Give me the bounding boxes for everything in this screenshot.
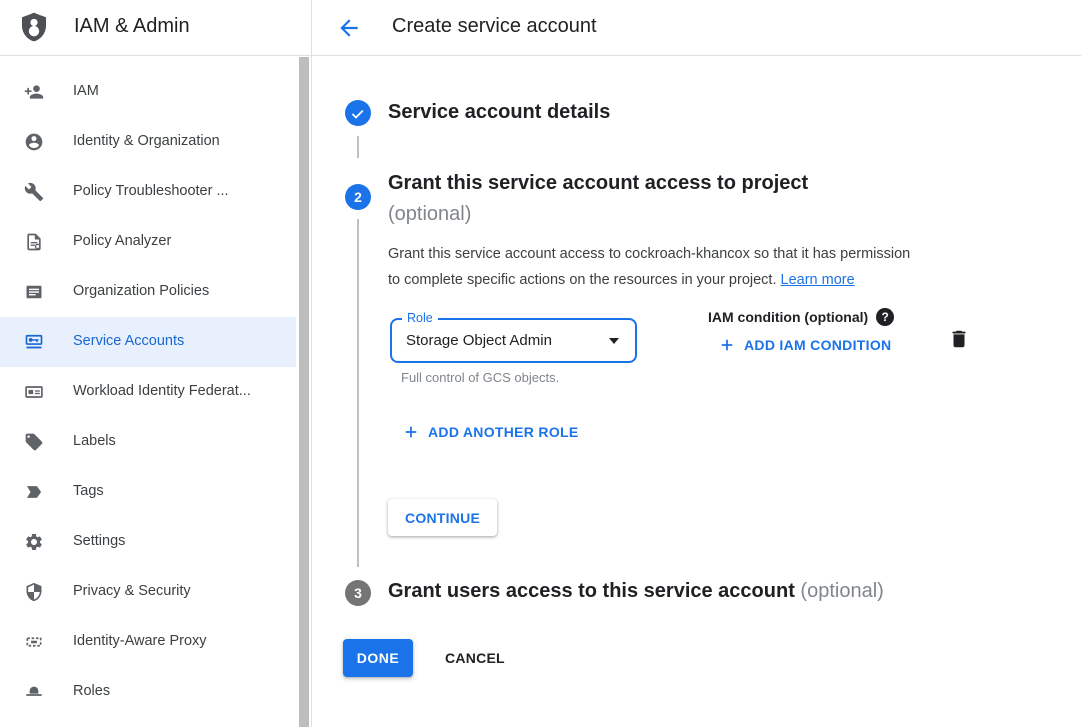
sidebar-item-roles[interactable]: Roles <box>0 667 296 717</box>
iam-condition-label: IAM condition (optional) <box>708 309 868 325</box>
shield-half-icon <box>24 582 44 602</box>
doc-check-icon <box>24 232 44 252</box>
step2-number-badge: 2 <box>345 184 371 210</box>
service-account-icon <box>24 332 44 352</box>
stepper-connector <box>357 136 359 158</box>
person-add-icon <box>24 82 44 102</box>
delete-role-trash-icon[interactable] <box>948 328 970 350</box>
step1-title: Service account details <box>388 101 610 124</box>
page-title: Create service account <box>392 15 597 38</box>
role-selected-value: Storage Object Admin <box>406 332 552 349</box>
page-header: Create service account <box>312 0 1081 56</box>
role-field-label: Role <box>402 311 438 325</box>
sidebar-item-label: Policy Analyzer <box>73 233 171 249</box>
description-line2: to complete specific actions on the reso… <box>388 268 910 294</box>
sidebar-item-settings[interactable]: Settings <box>0 517 296 567</box>
sidebar-item-label: Tags <box>73 483 104 499</box>
iam-condition-row: IAM condition (optional) ? <box>708 308 894 326</box>
tag-arrow-icon <box>24 482 44 502</box>
step3-title-text: Grant users access to this service accou… <box>388 580 795 602</box>
step3-optional-text: (optional) <box>800 580 883 602</box>
main-panel: Create service account Service account d… <box>312 0 1081 727</box>
done-button[interactable]: DONE <box>343 639 413 677</box>
sidebar-item-identity-aware-proxy[interactable]: Identity-Aware Proxy <box>0 617 296 667</box>
help-icon[interactable]: ? <box>876 308 894 326</box>
step3-title: Grant users access to this service accou… <box>388 580 884 603</box>
sidebar-item-service-accounts[interactable]: Service Accounts <box>0 317 296 367</box>
sidebar-item-label: Organization Policies <box>73 283 209 299</box>
account-circle-icon <box>24 132 44 152</box>
hat-icon <box>24 682 44 702</box>
gear-icon <box>24 532 44 552</box>
learn-more-link[interactable]: Learn more <box>781 272 855 288</box>
sidebar-header: IAM & Admin <box>0 0 311 56</box>
role-select[interactable]: Role Storage Object Admin <box>390 318 637 363</box>
sidebar-item-label: Labels <box>73 433 116 449</box>
plus-icon <box>404 425 418 439</box>
wrench-icon <box>24 182 44 202</box>
doc-lines-icon <box>24 282 44 302</box>
step2-title-text: Grant this service account access to pro… <box>388 168 808 199</box>
label-tag-icon <box>24 432 44 452</box>
step3-number: 3 <box>354 585 362 601</box>
sidebar-item-workload-identity-federat[interactable]: Workload Identity Federat... <box>0 367 296 417</box>
sidebar-item-label: IAM <box>73 83 99 99</box>
app-window: IAM & Admin IAM Identity & Organization … <box>0 0 1081 727</box>
add-another-role-label: ADD ANOTHER ROLE <box>428 424 579 440</box>
step2-number: 2 <box>354 189 362 205</box>
step2-description: Grant this service account access to coc… <box>388 242 910 293</box>
sidebar-item-label: Policy Troubleshooter ... <box>73 183 229 199</box>
sidebar-item-label: Identity & Organization <box>73 133 220 149</box>
add-another-role-button[interactable]: ADD ANOTHER ROLE <box>404 424 579 440</box>
sidebar-item-tags[interactable]: Tags <box>0 467 296 517</box>
sidebar: IAM & Admin IAM Identity & Organization … <box>0 0 312 727</box>
continue-button[interactable]: CONTINUE <box>388 499 497 536</box>
description-line1: Grant this service account access to coc… <box>388 242 910 268</box>
add-iam-condition-button[interactable]: ADD IAM CONDITION <box>720 337 891 353</box>
sidebar-item-label: Workload Identity Federat... <box>73 383 251 399</box>
sidebar-item-label: Roles <box>73 683 110 699</box>
sidebar-item-labels[interactable]: Labels <box>0 417 296 467</box>
step1-check-icon <box>345 100 371 126</box>
step2-title: Grant this service account access to pro… <box>388 168 808 230</box>
sidebar-item-privacy-security[interactable]: Privacy & Security <box>0 567 296 617</box>
sidebar-item-organization-policies[interactable]: Organization Policies <box>0 267 296 317</box>
sidebar-item-label: Privacy & Security <box>73 583 191 599</box>
stepper-connector <box>357 219 359 567</box>
add-iam-condition-label: ADD IAM CONDITION <box>744 337 891 353</box>
sidebar-title: IAM & Admin <box>74 15 190 38</box>
sidebar-item-policy-analyzer[interactable]: Policy Analyzer <box>0 217 296 267</box>
sidebar-item-policy-troubleshooter[interactable]: Policy Troubleshooter ... <box>0 167 296 217</box>
role-helper-text: Full control of GCS objects. <box>401 370 559 385</box>
back-arrow-icon[interactable] <box>336 15 362 41</box>
step3-number-badge: 3 <box>345 580 371 606</box>
sidebar-item-identity-organization[interactable]: Identity & Organization <box>0 117 296 167</box>
plus-icon <box>720 338 734 352</box>
iam-admin-shield-icon <box>18 11 50 43</box>
cancel-button[interactable]: CANCEL <box>445 639 505 677</box>
sidebar-scrollbar-thumb[interactable] <box>299 57 309 727</box>
sidebar-item-label: Settings <box>73 533 125 549</box>
card-icon <box>24 382 44 402</box>
sidebar-nav: IAM Identity & Organization Policy Troub… <box>0 67 296 717</box>
sidebar-item-iam[interactable]: IAM <box>0 67 296 117</box>
sidebar-item-label: Identity-Aware Proxy <box>73 633 207 649</box>
sidebar-item-label: Service Accounts <box>73 333 184 349</box>
step2-optional-text: (optional) <box>388 199 808 230</box>
proxy-icon <box>24 632 44 652</box>
dropdown-arrow-icon <box>609 338 619 344</box>
